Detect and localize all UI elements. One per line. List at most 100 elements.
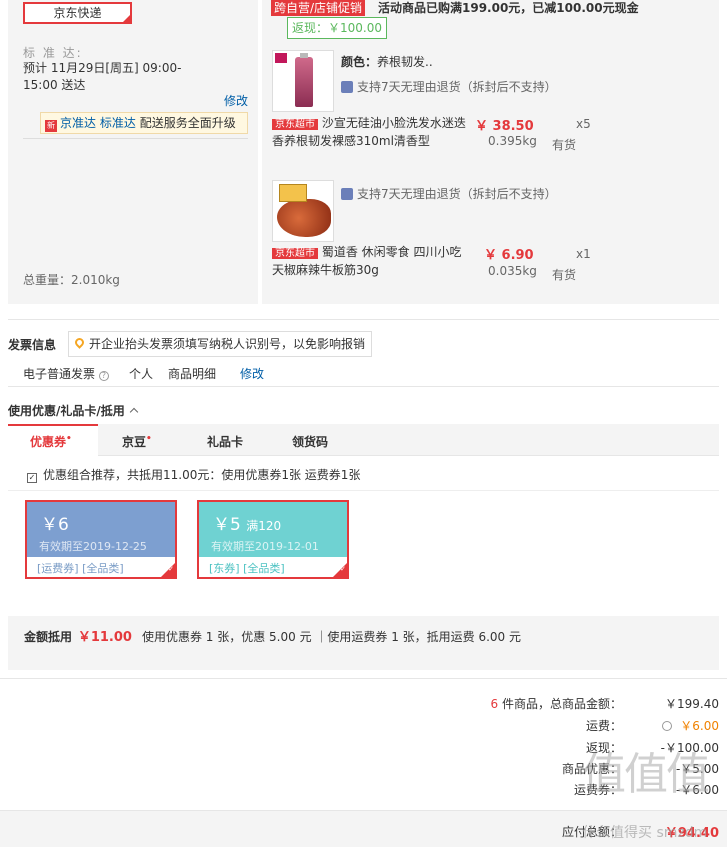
divider [8, 319, 719, 320]
product-image-jerky[interactable] [272, 180, 334, 242]
freight-label: 运费： [585, 719, 622, 733]
deduct-summary: 金额抵用 ￥11.00 使用优惠券 1 张，优惠 5.00 元 ｜使用运费券 1 … [24, 626, 521, 645]
product-weight: 0.035kg [488, 264, 537, 278]
help-icon[interactable]: ? [98, 371, 109, 381]
divider [8, 490, 719, 491]
combo-recommend[interactable]: ✓ 优惠组合推荐，共抵用11.00元：使用优惠券1张 运费券1张 [27, 466, 360, 483]
coupon-section-toggle[interactable]: 使用优惠/礼品卡/抵用 [8, 402, 139, 419]
location-pin-icon [73, 336, 86, 349]
delivery-upgrade-notice: 新京准达 标准达 配送服务全面升级 [40, 112, 248, 134]
tab-coupons[interactable]: 优惠券• [30, 433, 72, 450]
coupon-condition: 满120 [246, 519, 282, 533]
divider [23, 138, 248, 139]
tab-dot: • [146, 434, 152, 444]
product-weight: 0.395kg [488, 134, 537, 148]
return-policy: 支持7天无理由退货（拆封后不支持） [341, 185, 557, 202]
promo-tag: 跨自营/店铺促销 [271, 0, 366, 16]
coupon-section-title: 使用优惠/礼品卡/抵用 [8, 404, 125, 418]
freight-value: ￥6.00 [662, 717, 719, 734]
standard-delivery-label: 标 准 达: [23, 46, 83, 60]
checkbox-checked-icon[interactable]: ✓ [27, 473, 37, 483]
product-price: ￥ 38.50 [475, 119, 534, 134]
items-total: ￥199.40 [665, 697, 719, 711]
express-option-jd[interactable]: 京东快递 [23, 2, 132, 24]
product-price: ￥ 6.90 [484, 248, 534, 263]
divider [0, 678, 727, 679]
jzd-label: 京准达 [60, 116, 97, 130]
product-quantity: x1 [576, 247, 591, 261]
modify-invoice-link[interactable]: 修改 [240, 365, 264, 382]
snack-bag-icon [279, 184, 307, 202]
coupon-amount: ￥6 [41, 510, 69, 535]
jd-badge-icon: 新 [45, 120, 57, 132]
deduct-detail: 使用优惠券 1 张，优惠 5.00 元 ｜使用运费券 1 张，抵用运费 6.00… [141, 630, 522, 644]
stock-status: 有货 [552, 138, 577, 152]
stock-status: 有货 [552, 268, 577, 282]
product-color: 颜色：养根韧发.. [341, 53, 433, 70]
tab-gift-card[interactable]: 礼品卡 [207, 433, 243, 450]
invoice-person: 个人 [129, 367, 154, 381]
beef-jerky-icon [277, 199, 331, 237]
upgrade-text: 配送服务全面升级 [139, 116, 236, 130]
coupon-types: [东券] [全品类] [209, 562, 285, 575]
product-quantity: x5 [576, 117, 591, 131]
jd-supermarket-tag: 京东超市 [272, 248, 318, 259]
selected-check-icon [161, 563, 175, 577]
product-title[interactable]: 京东超市 沙宣无硅油小脸洗发水迷迭香养根韧发裸感310ml清香型 [272, 114, 472, 150]
coupon-types: [运费券] [全品类] [37, 562, 124, 575]
invoice-type: 电子普通发票 ? [23, 365, 109, 382]
coupon-amount-value: ￥5 [213, 515, 241, 535]
coupon-card-header: ￥6 有效期至2019-12-25 [27, 502, 175, 557]
tab-redeem-code[interactable]: 领货码 [292, 433, 328, 450]
invoice-tip-text: 开企业抬头发票须填写纳税人识别号，以免影响报销 [89, 337, 366, 351]
tab-label: 优惠券 [30, 435, 67, 449]
coupon-card[interactable]: ￥6 有效期至2019-12-25 [运费券] [全品类] [25, 500, 177, 579]
coupon-amount: ￥5 满120 [213, 510, 281, 535]
cashback-badge: 返现：￥100.00 [287, 17, 387, 39]
return-policy-icon [341, 81, 353, 93]
coupon-validity: 有效期至2019-12-25 [39, 540, 147, 553]
product-image-shampoo[interactable] [272, 50, 334, 112]
return-text: 支持7天无理由退货（拆封后不支持） [357, 80, 557, 94]
modify-delivery-link[interactable]: 修改 [224, 92, 248, 109]
invoice-detail: 商品明细 [168, 367, 217, 381]
coupon-amount-value: ￥6 [41, 515, 69, 535]
divider [8, 386, 719, 387]
coupon-card[interactable]: ￥5 满120 有效期至2019-12-01 [东券] [全品类] [197, 500, 349, 579]
delivery-time: 预计 11月29日[周五] 09:00-15:00 送达 [23, 61, 182, 92]
selected-corner-icon [123, 15, 130, 22]
return-policy-icon [341, 188, 353, 200]
items-label: 件商品，总商品金额： [501, 697, 622, 711]
coupon-tabs [8, 424, 719, 456]
promo-text: 活动商品已购满199.00元，已减100.00元现金 [378, 1, 639, 15]
tab-jingdou[interactable]: 京豆• [122, 433, 152, 450]
return-policy: 支持7天无理由退货（拆封后不支持） [341, 78, 557, 95]
selected-check-icon [333, 563, 347, 577]
combo-text: 优惠组合推荐，共抵用11.00元：使用优惠券1张 运费券1张 [43, 468, 361, 482]
invoice-type-text: 电子普通发票 [23, 367, 96, 381]
shampoo-bottle-icon [295, 53, 313, 107]
watermark-site: 什么值得买 smzdm [582, 825, 708, 841]
jd-supermarket-tag: 京东超市 [272, 119, 318, 130]
invoice-title: 发票信息 [8, 338, 57, 352]
brand-tag-icon [275, 53, 287, 63]
total-weight: 总重量：2.010kg [23, 273, 120, 287]
tab-dot: • [66, 434, 72, 444]
items-count: 6 [490, 697, 499, 711]
bzd-label: 标准达 [99, 116, 136, 130]
deduct-label: 金额抵用 [24, 630, 73, 644]
invoice-tip: 开企业抬头发票须填写纳税人识别号，以免影响报销 [68, 331, 373, 357]
watermark-logo: 值值值 [582, 749, 710, 800]
coupon-validity: 有效期至2019-12-01 [211, 540, 319, 553]
express-label: 京东快递 [53, 6, 102, 20]
color-value: 养根韧发.. [377, 55, 433, 69]
color-label: 颜色： [341, 55, 378, 69]
chevron-up-icon [129, 407, 139, 417]
deduct-amount: ￥11.00 [77, 630, 132, 645]
coupon-card-header: ￥5 满120 有效期至2019-12-01 [199, 502, 347, 557]
return-text: 支持7天无理由退货（拆封后不支持） [357, 187, 557, 201]
product-title[interactable]: 京东超市 蜀道香 休闲零食 四川小吃 天椒麻辣牛板筋30g [272, 243, 472, 279]
tab-label: 京豆 [122, 435, 147, 449]
items-summary-label: 6 件商品，总商品金额： [491, 695, 622, 712]
info-icon[interactable] [662, 721, 673, 731]
